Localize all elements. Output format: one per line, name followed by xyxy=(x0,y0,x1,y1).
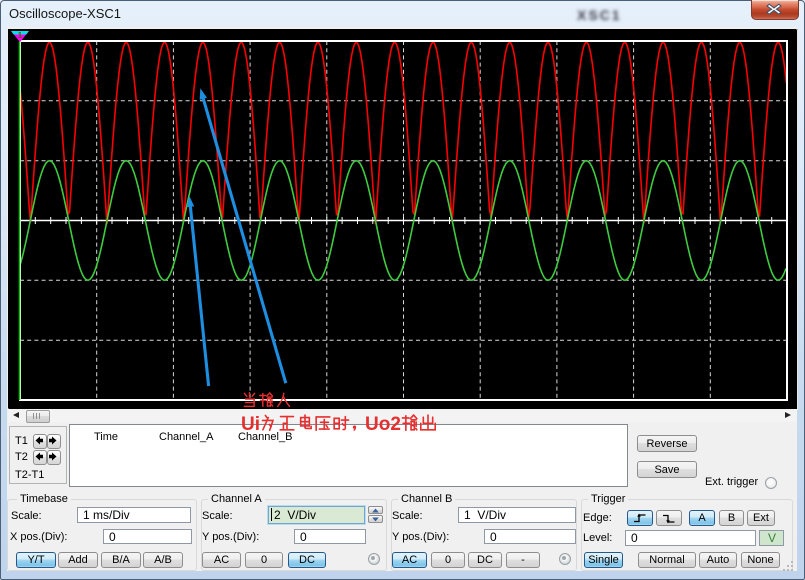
svg-text:1: 1 xyxy=(18,31,23,40)
